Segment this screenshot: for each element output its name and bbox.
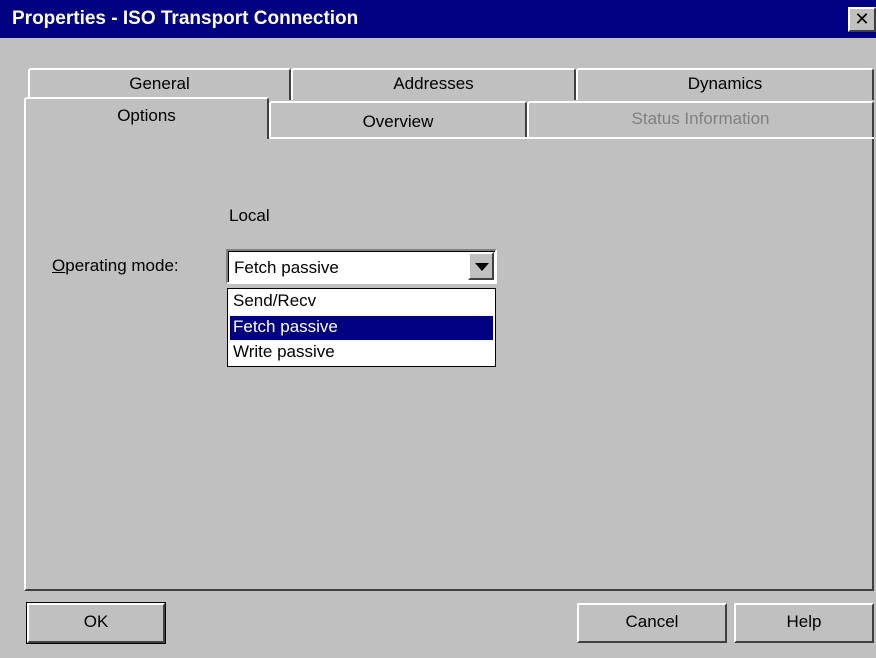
cancel-button[interactable]: Cancel: [577, 603, 727, 643]
tab-options-label: Options: [117, 106, 176, 125]
option-write-passive[interactable]: Write passive: [230, 341, 493, 365]
panel-top-edge: [269, 137, 874, 139]
tab-overview-label: Overview: [362, 112, 434, 131]
operating-mode-label-text: perating mode:: [65, 256, 179, 275]
tab-options[interactable]: Options: [24, 97, 269, 139]
operating-mode-value: Fetch passive: [234, 258, 339, 277]
title-bar[interactable]: Properties - ISO Transport Connection ✕: [0, 0, 876, 38]
tab-general[interactable]: General: [28, 68, 291, 100]
properties-dialog: Properties - ISO Transport Connection ✕ …: [0, 0, 876, 658]
help-button[interactable]: Help: [734, 603, 874, 643]
dropdown-arrow-button[interactable]: [468, 252, 494, 280]
chevron-down-icon: [475, 263, 489, 271]
close-button[interactable]: ✕: [848, 7, 876, 32]
operating-mode-select[interactable]: Fetch passive: [226, 249, 497, 284]
close-icon: ✕: [854, 9, 870, 29]
tab-dynamics-label: Dynamics: [687, 74, 763, 93]
option-fetch-passive[interactable]: Fetch passive: [229, 315, 494, 341]
tab-status-information-label: Status Information: [631, 109, 770, 128]
tab-general-label: General: [129, 74, 190, 93]
tab-overview[interactable]: Overview: [269, 101, 527, 137]
tab-dynamics[interactable]: Dynamics: [576, 68, 874, 100]
operating-mode-label: Operating mode:: [52, 256, 179, 276]
operating-mode-label-accesskey: O: [52, 256, 66, 275]
local-column-header: Local: [229, 206, 270, 225]
operating-mode-dropdown-list: Send/Recv Fetch passive Write passive: [227, 288, 496, 367]
ok-button[interactable]: OK: [26, 602, 166, 644]
tab-addresses[interactable]: Addresses: [291, 68, 576, 100]
option-send-recv[interactable]: Send/Recv: [230, 290, 493, 314]
tab-addresses-label: Addresses: [393, 74, 474, 93]
window-title: Properties - ISO Transport Connection: [12, 8, 359, 29]
tab-status-information: Status Information: [527, 101, 874, 137]
